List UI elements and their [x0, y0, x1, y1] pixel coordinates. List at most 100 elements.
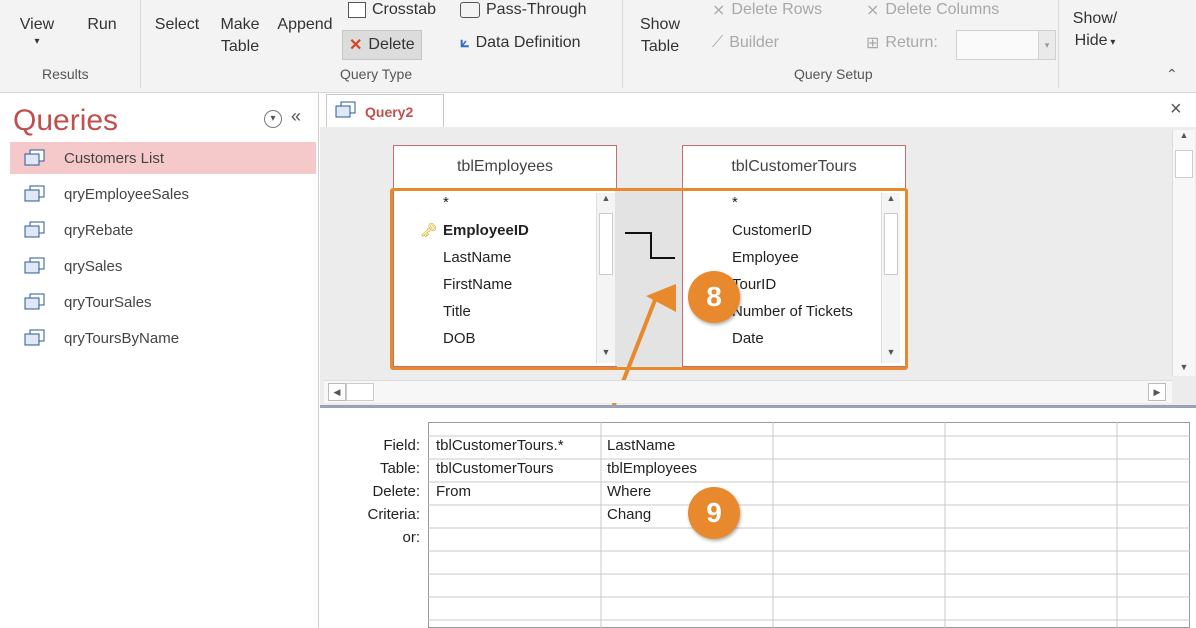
nav-item-label: qrySales [64, 257, 123, 275]
append-button[interactable]: Append [272, 14, 338, 36]
run-button[interactable]: Run [80, 14, 124, 36]
show-hide-button[interactable]: Show/ Hide ▾ [1064, 8, 1126, 54]
chevron-down-icon: ▾ [34, 36, 40, 47]
return-icon: ⊞ [866, 35, 880, 52]
nav-pane-title: Queries [13, 104, 119, 137]
delete-x-icon: ✕ [349, 37, 363, 54]
callout-8: 8 [688, 271, 740, 323]
nav-item-customers-list[interactable]: Customers List [10, 142, 316, 174]
scroll-thumb[interactable] [1175, 150, 1193, 178]
return-dropdown[interactable]: ▾ [956, 30, 1056, 60]
nav-item-qrytoursbyname[interactable]: qryToursByName [10, 322, 316, 354]
delete-label: Delete [368, 36, 415, 53]
nav-item-qryemployeesales[interactable]: qryEmployeeSales [10, 178, 316, 210]
select-query-button[interactable]: Select [150, 14, 204, 36]
callout-9: 9 [688, 487, 740, 539]
delete-rows-icon: ⨯ [712, 2, 726, 19]
query-icon [24, 149, 46, 167]
run-label: Run [87, 16, 117, 33]
pass-through-label: Pass-Through [486, 1, 587, 18]
delete-rows-button[interactable]: ⨯ Delete Rows [712, 0, 822, 23]
shutter-bar-close-icon[interactable]: « [291, 106, 301, 127]
grid-cell-criteria[interactable]: Chang [607, 506, 651, 523]
grid-cell-table[interactable]: tblCustomerTours [436, 460, 554, 477]
data-definition-icon: ⟀ [460, 34, 470, 51]
nav-menu-icon[interactable]: ▾ [264, 110, 282, 128]
scroll-down-icon[interactable]: ▼ [1173, 362, 1195, 372]
delete-query-button[interactable]: ✕ Delete [342, 30, 422, 60]
pass-through-button[interactable]: Pass-Through [460, 0, 587, 23]
show-hide-label-2: Hide [1074, 32, 1108, 49]
query-icon [24, 221, 46, 239]
data-definition-label: Data Definition [475, 34, 581, 51]
grid-cell-field[interactable]: tblCustomerTours.* [436, 437, 564, 454]
crosstab-icon [348, 2, 366, 18]
highlight-box [390, 188, 908, 370]
show-table-label-1: Show [639, 16, 681, 33]
builder-label: Builder [729, 34, 780, 51]
scroll-thumb[interactable] [346, 383, 374, 401]
results-group-label: Results [42, 66, 89, 82]
make-table-label-1: Make [220, 16, 260, 33]
grid-row-label: or: [402, 529, 420, 546]
nav-item-qrysales[interactable]: qrySales [10, 250, 316, 282]
nav-item-qrytoursales[interactable]: qryTourSales [10, 286, 316, 318]
query-icon [24, 257, 46, 275]
query-icon [24, 329, 46, 347]
scroll-right-icon[interactable]: ▶ [1148, 383, 1166, 401]
query-setup-group-label: Query Setup [794, 66, 873, 82]
show-table-label-2: Table [640, 38, 680, 55]
globe-icon [460, 2, 480, 18]
nav-item-label: qryEmployeeSales [64, 185, 190, 203]
nav-item-qryrebate[interactable]: qryRebate [10, 214, 316, 246]
delete-columns-button[interactable]: ⨯ Delete Columns [866, 0, 999, 23]
tab-label: Query2 [365, 104, 414, 120]
crosstab-label: Crosstab [372, 1, 437, 18]
append-label: Append [277, 16, 333, 33]
query-type-group-label: Query Type [340, 66, 413, 82]
show-hide-label-1: Show/ [1072, 10, 1118, 27]
view-button[interactable]: View ▾ [12, 14, 62, 48]
scroll-up-icon[interactable]: ▲ [1173, 130, 1195, 148]
table-pane-hscrollbar[interactable]: ◀ ▶ [324, 380, 1172, 403]
make-table-label-2: Table [220, 38, 260, 55]
select-label: Select [154, 16, 200, 33]
table-title: tblEmployees [394, 146, 616, 189]
nav-item-label: qryToursByName [64, 329, 180, 347]
query-icon [24, 185, 46, 203]
show-table-button[interactable]: Show Table [632, 14, 688, 58]
return-control: ⊞ Return: [866, 30, 938, 56]
delete-rows-label: Delete Rows [731, 1, 823, 18]
return-label: Return: [885, 34, 938, 51]
view-label: View [19, 16, 55, 33]
delete-columns-label: Delete Columns [885, 1, 1000, 18]
table-title: tblCustomerTours [683, 146, 905, 189]
nav-item-label: qryTourSales [64, 293, 152, 311]
grid-cell-field[interactable]: LastName [607, 437, 675, 454]
query-icon [24, 293, 46, 311]
table-pane-vscrollbar[interactable]: ▲ ▼ [1172, 130, 1195, 376]
builder-wand-icon: ⟋ [712, 34, 724, 51]
data-definition-button[interactable]: ⟀ Data Definition [460, 30, 581, 56]
tab-query2[interactable]: Query2 [326, 94, 444, 129]
grid-row-label: Criteria: [367, 506, 420, 523]
close-tab-icon[interactable]: × [1170, 98, 1182, 121]
nav-item-label: qryRebate [64, 221, 134, 239]
builder-button[interactable]: ⟋ Builder [712, 30, 779, 56]
grid-cell-delete[interactable]: Where [607, 483, 651, 500]
grid-row-label: Table: [379, 460, 420, 477]
grid-cell-table[interactable]: tblEmployees [607, 460, 697, 477]
nav-item-label: Customers List [64, 149, 165, 167]
delete-columns-icon: ⨯ [866, 2, 880, 19]
grid-cell-delete[interactable]: From [436, 483, 471, 500]
query-icon [335, 101, 357, 124]
show-hide-label-2-wrap: Hide ▾ [1074, 32, 1116, 49]
grid-row-label: Field: [383, 437, 420, 454]
grid-row-label: Delete: [372, 483, 420, 500]
scroll-left-icon[interactable]: ◀ [328, 383, 346, 401]
document-tab-bar [320, 93, 1196, 127]
crosstab-button[interactable]: Crosstab [348, 0, 436, 23]
make-table-button[interactable]: Make Table [212, 14, 268, 58]
collapse-ribbon-icon[interactable]: ⌃ [1166, 66, 1178, 83]
chevron-down-icon: ▾ [1038, 31, 1055, 59]
